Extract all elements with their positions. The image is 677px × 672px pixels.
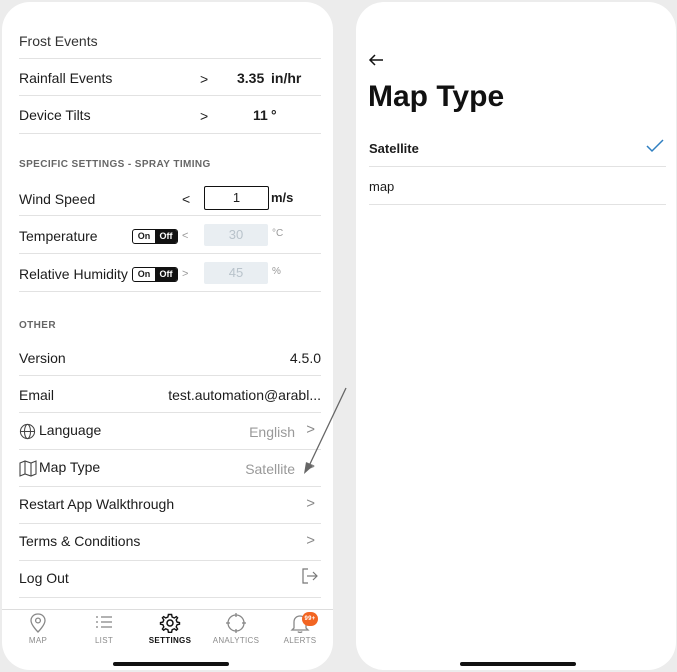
language-value: English <box>249 424 295 440</box>
back-arrow-icon[interactable] <box>368 52 384 73</box>
temperature-operator: < <box>182 230 189 242</box>
humidity-toggle[interactable]: On Off <box>132 267 178 282</box>
map-type-value: Satellite <box>245 461 295 477</box>
home-indicator <box>460 662 576 666</box>
settings-screen: Frost Events Rainfall Events > 3.35 in/h… <box>2 2 333 670</box>
tab-settings[interactable]: SETTINGS <box>142 612 198 645</box>
chevron-right-icon: > <box>306 532 315 549</box>
logout-icon <box>301 567 319 588</box>
option-satellite[interactable]: Satellite <box>369 129 666 167</box>
humidity-row: Relative Humidity On Off > 45 % <box>19 254 321 292</box>
version-value: 4.5.0 <box>289 350 321 366</box>
wind-speed-label: Wind Speed <box>19 191 96 207</box>
bottom-tab-bar: MAP LIST SETTINGS ANALYTICS 99+ ALERTS <box>2 609 333 650</box>
email-label: Email <box>19 387 55 403</box>
humidity-toggle-off: Off <box>155 268 177 281</box>
device-tilts-operator: > <box>200 108 209 124</box>
frost-events-row: Frost Events <box>19 2 321 59</box>
tab-alerts[interactable]: 99+ ALERTS <box>272 612 328 645</box>
tab-analytics-label: ANALYTICS <box>212 636 260 645</box>
version-label: Version <box>19 350 66 366</box>
wind-speed-input[interactable]: 1 <box>204 186 269 210</box>
checkmark-icon <box>646 139 664 156</box>
annotation-arrow <box>304 387 347 474</box>
wind-speed-row: Wind Speed < 1 m/s <box>19 178 321 216</box>
other-header: OTHER <box>19 320 56 331</box>
map-type-screen: Map Type Satellite map <box>356 2 676 670</box>
map-type-label: Map Type <box>39 459 101 475</box>
tab-alerts-label: ALERTS <box>283 636 317 645</box>
tab-list-label: LIST <box>94 636 114 645</box>
bell-icon <box>272 612 328 636</box>
temperature-label: Temperature <box>19 228 98 244</box>
chevron-right-icon: > <box>306 495 315 512</box>
tab-settings-label: SETTINGS <box>148 636 192 645</box>
temperature-input[interactable]: 30 <box>204 224 268 246</box>
temperature-toggle[interactable]: On Off <box>132 229 178 244</box>
email-row: Email test.automation@arabl... <box>19 376 321 413</box>
rainfall-unit: in/hr <box>271 70 302 86</box>
language-row[interactable]: Language English > <box>19 413 321 450</box>
tab-analytics[interactable]: ANALYTICS <box>208 612 264 645</box>
temperature-row: Temperature On Off < 30 °C <box>19 216 321 254</box>
humidity-toggle-on: On <box>137 269 151 279</box>
frost-events-label: Frost Events <box>19 33 98 49</box>
spray-timing-header: SPECIFIC SETTINGS - SPRAY TIMING <box>19 159 211 170</box>
language-label: Language <box>39 422 102 438</box>
temperature-toggle-off: Off <box>155 230 177 243</box>
humidity-label: Relative Humidity <box>19 266 128 282</box>
alerts-badge: 99+ <box>302 612 318 626</box>
home-indicator <box>113 662 229 666</box>
humidity-unit: % <box>272 266 281 277</box>
tab-map[interactable]: MAP <box>10 612 66 645</box>
restart-walkthrough-row[interactable]: Restart App Walkthrough > <box>19 487 321 524</box>
rainfall-events-label: Rainfall Events <box>19 70 113 86</box>
terms-row[interactable]: Terms & Conditions > <box>19 524 321 561</box>
device-tilts-row[interactable]: Device Tilts > 11 ° <box>19 96 321 134</box>
wind-speed-unit: m/s <box>271 190 294 205</box>
option-map[interactable]: map <box>369 167 666 205</box>
device-tilts-label: Device Tilts <box>19 107 91 123</box>
map-type-row[interactable]: Map Type Satellite > <box>19 450 321 487</box>
location-pin-icon <box>10 612 66 636</box>
tab-map-label: MAP <box>28 636 48 645</box>
version-row: Version 4.5.0 <box>19 339 321 376</box>
terms-label: Terms & Conditions <box>19 533 141 549</box>
option-satellite-label: Satellite <box>369 141 419 156</box>
temperature-toggle-on: On <box>137 231 151 241</box>
temperature-unit: °C <box>272 228 284 239</box>
option-map-label: map <box>369 179 395 194</box>
globe-icon <box>19 423 36 443</box>
rainfall-value[interactable]: 3.35 <box>237 70 264 86</box>
device-tilts-value[interactable]: 11 <box>253 107 268 123</box>
crosshair-icon <box>208 612 264 636</box>
humidity-input[interactable]: 45 <box>204 262 268 284</box>
tab-list[interactable]: LIST <box>76 612 132 645</box>
gear-icon <box>142 612 198 636</box>
logout-label: Log Out <box>19 570 69 586</box>
wind-speed-operator: < <box>182 191 191 207</box>
map-icon <box>19 460 37 480</box>
list-icon <box>76 612 132 636</box>
rainfall-operator: > <box>200 71 209 87</box>
device-tilts-unit: ° <box>271 107 277 123</box>
page-title: Map Type <box>368 80 505 113</box>
restart-walkthrough-label: Restart App Walkthrough <box>19 496 175 512</box>
humidity-operator: > <box>182 268 189 280</box>
logout-row[interactable]: Log Out <box>19 561 321 598</box>
rainfall-events-row[interactable]: Rainfall Events > 3.35 in/hr <box>19 59 321 96</box>
